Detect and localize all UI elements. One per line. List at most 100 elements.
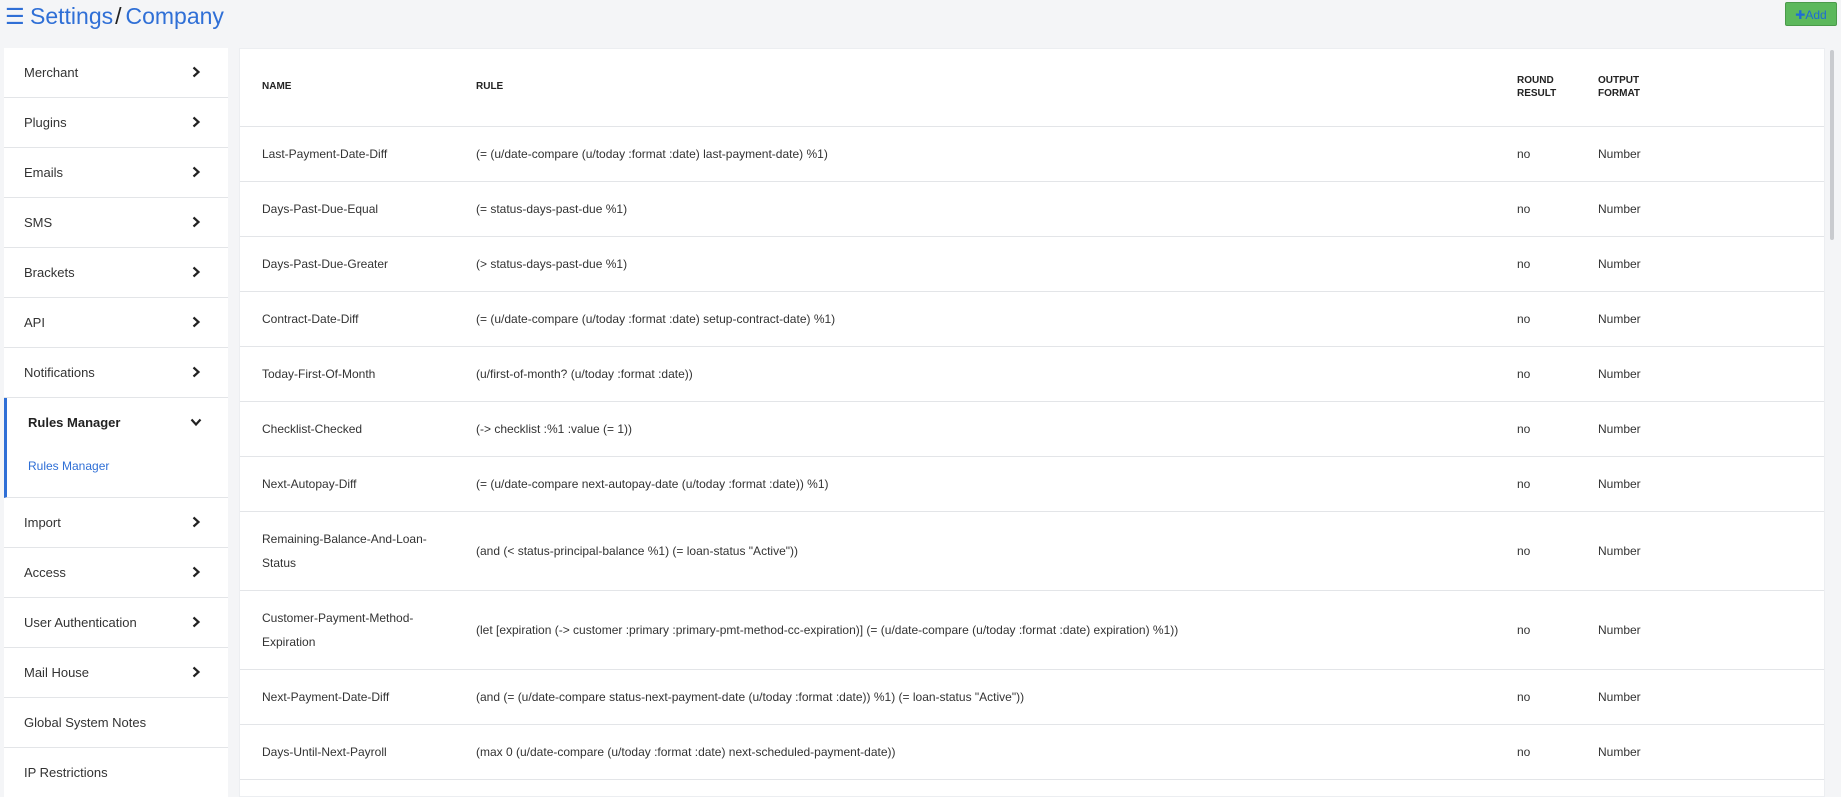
column-header-name[interactable]: NAME [262, 80, 291, 93]
rule-name: Days-Past-Due-Equal [262, 202, 379, 216]
rule-name: Days-Until-Next-Payroll [262, 745, 387, 759]
chevron-right-icon [192, 116, 201, 128]
rule-name: Next-Autopay-Diff [262, 477, 357, 491]
scrollbar-thumb[interactable] [1830, 50, 1834, 240]
top-bar: ☰ Settings/Company ✚Add [0, 0, 1841, 40]
sidebar-item-label: IP Restrictions [24, 765, 108, 780]
sidebar-item-label: Mail House [24, 665, 90, 680]
rule-name: Remaining-Balance-And-Loan-Status [262, 532, 427, 570]
chevron-right-icon [192, 566, 201, 578]
breadcrumb-company[interactable]: Company [126, 3, 224, 29]
sidebar-subitem-rules-manager[interactable]: Rules Manager [28, 459, 109, 473]
breadcrumb-separator: / [115, 3, 122, 29]
sidebar-item-plugins[interactable]: Plugins [4, 98, 228, 148]
rule-expression: (= (u/date-compare (u/today :format :dat… [476, 312, 836, 326]
output-format: Number [1598, 477, 1641, 491]
table-row[interactable]: Days-Past-Due-Greater (> status-days-pas… [240, 237, 1824, 292]
round-result: no [1517, 257, 1531, 271]
sidebar-item-label: Rules Manager [28, 415, 121, 430]
sidebar-item-brackets[interactable]: Brackets [4, 248, 228, 298]
table-row[interactable]: Days-Until-Next-Payroll (max 0 (u/date-c… [240, 725, 1824, 780]
settings-sidebar: Merchant Plugins Emails SMS Brackets API… [4, 48, 228, 797]
hamburger-icon[interactable]: ☰ [5, 6, 25, 28]
chevron-right-icon [192, 316, 201, 328]
output-format: Number [1598, 147, 1641, 161]
sidebar-item-sms[interactable]: SMS [4, 198, 228, 248]
table-row[interactable]: Contract-Date-Diff (= (u/date-compare (u… [240, 292, 1824, 347]
column-header-output-line-1: OUTPUT [1598, 75, 1640, 86]
rule-expression: (let [expiration (-> customer :primary :… [476, 623, 1179, 637]
rule-expression: (u/first-of-month? (u/today :format :dat… [476, 367, 693, 381]
table-row[interactable]: Remaining-Balance-And-Loan-Status (and (… [240, 512, 1824, 591]
rule-name: Days-Past-Due-Greater [262, 257, 389, 271]
table-header: NAME RULE ROUND RESULT OUTPUT FORMAT [240, 49, 1824, 127]
chevron-right-icon [192, 166, 201, 178]
rule-expression: (> status-days-past-due %1) [476, 257, 628, 271]
round-result: no [1517, 367, 1531, 381]
add-button[interactable]: ✚Add [1785, 2, 1837, 26]
table-row[interactable]: Days-Past-Due-Equal (= status-days-past-… [240, 182, 1824, 237]
column-header-output-format[interactable]: OUTPUT FORMAT [1598, 74, 1640, 100]
sidebar-item-label: Brackets [24, 265, 75, 280]
column-header-round-line-1: ROUND [1517, 75, 1554, 86]
round-result: no [1517, 690, 1531, 704]
round-result: no [1517, 477, 1531, 491]
sidebar-item-user-authentication[interactable]: User Authentication [4, 598, 228, 648]
sidebar-item-access[interactable]: Access [4, 548, 228, 598]
sidebar-item-label: Merchant [24, 65, 79, 80]
sidebar-item-merchant[interactable]: Merchant [4, 48, 228, 98]
sidebar-item-label: Plugins [24, 115, 67, 130]
output-format: Number [1598, 367, 1641, 381]
round-result: no [1517, 422, 1531, 436]
rule-expression: (= status-days-past-due %1) [476, 202, 628, 216]
round-result: no [1517, 544, 1531, 558]
sidebar-item-notifications[interactable]: Notifications [4, 348, 228, 398]
sidebar-item-api[interactable]: API [4, 298, 228, 348]
sidebar-item-import[interactable]: Import [4, 498, 228, 548]
sidebar-item-mail-house[interactable]: Mail House [4, 648, 228, 698]
sidebar-item-global-system-notes[interactable]: Global System Notes [4, 698, 228, 748]
round-result: no [1517, 202, 1531, 216]
chevron-right-icon [192, 266, 201, 278]
rules-table: NAME RULE ROUND RESULT OUTPUT FORMAT Last-… [239, 48, 1825, 797]
rule-name: Today-First-Of-Month [262, 367, 376, 381]
table-row[interactable]: Last-Payment-Date-Diff (= (u/date-compar… [240, 127, 1824, 182]
table-row[interactable]: Customer-Payment-Method-Expiration (let … [240, 591, 1824, 670]
round-result: no [1517, 147, 1531, 161]
round-result: no [1517, 623, 1531, 637]
rule-expression: (-> checklist :%1 :value (= 1)) [476, 422, 633, 436]
output-format: Number [1598, 745, 1641, 759]
column-header-round-result[interactable]: ROUND RESULT [1517, 74, 1556, 100]
sidebar-item-label: User Authentication [24, 615, 137, 630]
rule-expression: (max 0 (u/date-compare (u/today :format … [476, 745, 896, 759]
sidebar-item-label: Notifications [24, 365, 95, 380]
sidebar-item-label: Access [24, 565, 66, 580]
rule-expression: (= (u/date-compare next-autopay-date (u/… [476, 477, 829, 491]
column-header-output-line-2: FORMAT [1598, 88, 1641, 99]
column-header-rule[interactable]: RULE [476, 80, 503, 93]
rule-name: Checklist-Checked [262, 422, 363, 436]
sidebar-item-label: Emails [24, 165, 64, 180]
rule-name: Customer-Payment-Method-Expiration [262, 611, 414, 649]
sidebar-item-ip-restrictions[interactable]: IP Restrictions [4, 748, 228, 797]
chevron-down-icon [190, 418, 202, 427]
chevron-right-icon [192, 66, 201, 78]
output-format: Number [1598, 690, 1641, 704]
sidebar-item-label: Import [24, 515, 61, 530]
output-format: Number [1598, 202, 1641, 216]
rule-name: Next-Payment-Date-Diff [262, 690, 390, 704]
breadcrumb-settings[interactable]: Settings [30, 3, 113, 29]
table-row[interactable]: Today-First-Of-Month (u/first-of-month? … [240, 347, 1824, 402]
output-format: Number [1598, 544, 1641, 558]
chevron-right-icon [192, 516, 201, 528]
table-row[interactable]: Next-Payment-Date-Diff (and (= (u/date-c… [240, 670, 1824, 725]
sidebar-item-rules-manager[interactable]: Rules Manager Rules Manager [4, 398, 228, 498]
breadcrumb: Settings/Company [30, 2, 224, 30]
output-format: Number [1598, 257, 1641, 271]
table-row[interactable]: Checklist-Checked (-> checklist :%1 :val… [240, 402, 1824, 457]
output-format: Number [1598, 623, 1641, 637]
sidebar-item-emails[interactable]: Emails [4, 148, 228, 198]
table-row[interactable]: Next-Autopay-Diff (= (u/date-compare nex… [240, 457, 1824, 512]
rule-name: Last-Payment-Date-Diff [262, 147, 388, 161]
chevron-right-icon [192, 366, 201, 378]
